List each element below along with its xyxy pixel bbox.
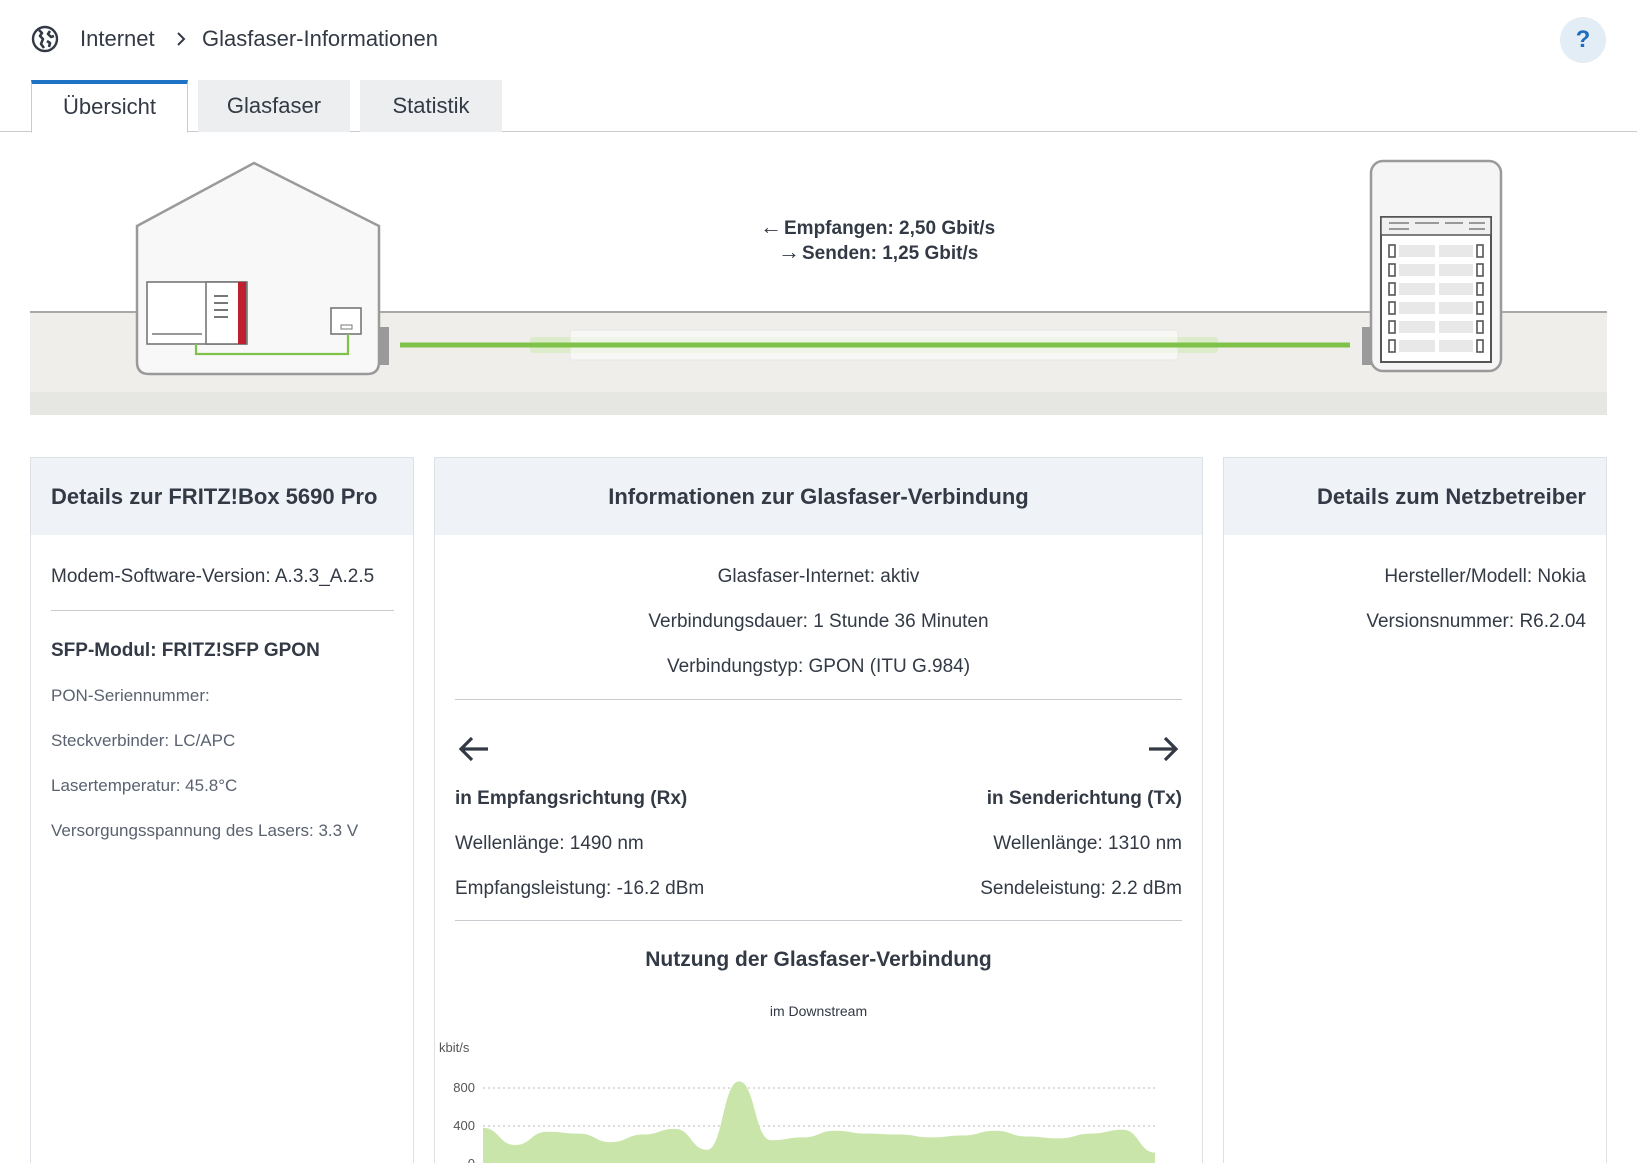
header: Internet Glasfaser-Informationen ? (0, 0, 1637, 80)
operator-details-card: Details zum Netzbetreiber Hersteller/Mod… (1223, 457, 1607, 1163)
laser-voltage: Versorgungsspannung des Lasers: 3.3 V (51, 821, 359, 840)
connection-duration: Verbindungsdauer: 1 Stunde 36 Minuten (648, 611, 989, 632)
divider (51, 610, 394, 611)
y-tick-label: 800 (453, 1080, 475, 1095)
y-axis-label: kbit/s (439, 1040, 470, 1055)
tab-uebersicht[interactable]: Übersicht (31, 80, 188, 133)
help-button[interactable]: ? (1560, 17, 1606, 63)
fritzbox-details-card: Details zur FRITZ!Box 5690 Pro Modem-Sof… (30, 457, 414, 1163)
rx-title: in Empfangsrichtung (Rx) (455, 788, 688, 809)
connection-diagram: ← Empfangen: 2,50 Gbit/s → Senden: 1,25 Gb… (0, 140, 1637, 420)
connector: Steckverbinder: LC/APC (51, 731, 236, 750)
fritzbox-details-title: Details zur FRITZ!Box 5690 Pro (31, 458, 413, 535)
divider (455, 920, 1182, 921)
tab-glasfaser[interactable]: Glasfaser (198, 80, 350, 132)
tab-statistik[interactable]: Statistik (360, 80, 502, 132)
breadcrumb-internet[interactable]: Internet (80, 26, 155, 52)
fiber-connection-card: Informationen zur Glasfaser-Verbindung G… (434, 457, 1203, 1163)
sfp-module: SFP-Modul: FRITZ!SFP GPON (51, 640, 320, 661)
divider (455, 699, 1182, 700)
pon-serial: PON-Seriennummer: (51, 686, 210, 705)
connection-type: Verbindungstyp: GPON (ITU G.984) (666, 656, 971, 677)
arrow-right-icon: → (778, 239, 800, 264)
page: Internet Glasfaser-Informationen ? Übers… (0, 0, 1637, 1163)
fiber-connection-title: Informationen zur Glasfaser-Verbindung (435, 458, 1202, 535)
usage-chart-title: Nutzung der Glasfaser-Verbindung (645, 948, 992, 971)
receive-speed: ← Empfangen: 2,50 Gbit/s (760, 214, 995, 240)
globe-icon (31, 25, 59, 53)
arrow-left-icon: ← (760, 214, 782, 239)
operator-details-title: Details zum Netzbetreiber (1224, 458, 1606, 535)
tx-power: Sendeleistung: 2.2 dBm (980, 878, 1182, 899)
operator-vendor: Hersteller/Modell: Nokia (1384, 566, 1586, 587)
usage-chart: kbit/s 800 400 0 (439, 1040, 1155, 1163)
send-speed-label: Senden: 1,25 Gbit/s (802, 243, 979, 264)
receive-speed-label: Empfangen: 2,50 Gbit/s (784, 218, 996, 239)
send-speed: → Senden: 1,25 Gbit/s (778, 239, 978, 265)
tab-bar: Übersicht Glasfaser Statistik (0, 80, 1637, 133)
tx-wavelength: Wellenlänge: 1310 nm (993, 833, 1182, 854)
modem-software-version: Modem-Software-Version: A.3.3_A.2.5 (51, 566, 375, 587)
breadcrumb-current: Glasfaser-Informationen (202, 26, 438, 51)
usage-chart-subtitle: im Downstream (769, 1003, 868, 1019)
arrow-right-icon (1149, 736, 1179, 762)
y-tick-label: 400 (453, 1118, 475, 1133)
arrow-left-icon (458, 736, 488, 762)
operator-version: Versionsnummer: R6.2.04 (1366, 611, 1586, 632)
chevron-right-icon (177, 32, 186, 46)
server-icon (1369, 159, 1503, 373)
tx-title: in Senderichtung (Tx) (986, 788, 1182, 809)
downstream-area-series (483, 1081, 1155, 1163)
y-tick-label: 0 (468, 1156, 475, 1163)
rx-wavelength: Wellenlänge: 1490 nm (455, 833, 644, 854)
fiber-status: Glasfaser-Internet: aktiv (717, 566, 920, 587)
rx-power: Empfangsleistung: -16.2 dBm (455, 878, 705, 899)
house-icon (135, 161, 381, 376)
laser-temperature: Lasertemperatur: 45.8°C (51, 776, 238, 795)
